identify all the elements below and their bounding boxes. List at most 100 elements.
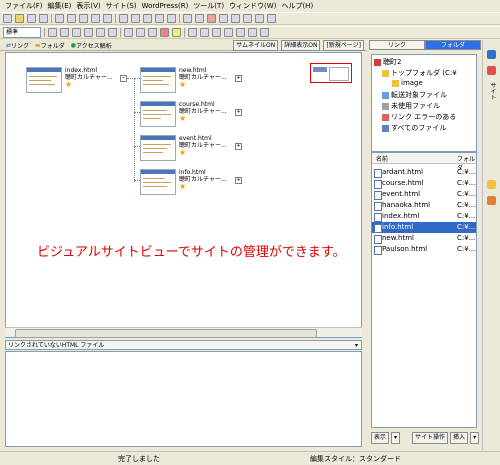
tree-item-all-files[interactable]: すべてのファイル bbox=[382, 123, 446, 133]
file-row[interactable]: Paulson.html C:¥... bbox=[372, 244, 476, 255]
expand-icon[interactable]: + bbox=[235, 109, 242, 116]
number-list-icon[interactable] bbox=[96, 28, 105, 37]
publish-icon[interactable] bbox=[207, 14, 216, 23]
upload-icon[interactable] bbox=[219, 14, 228, 23]
file-row[interactable]: index.html C:¥... bbox=[372, 211, 476, 222]
link-view-button[interactable]: ⇄ リンク bbox=[6, 41, 29, 50]
open-folder-icon[interactable] bbox=[15, 14, 24, 23]
file-row[interactable]: hanaoka.html C:¥... bbox=[372, 200, 476, 211]
table-border-icon[interactable] bbox=[260, 28, 269, 37]
bold-icon[interactable] bbox=[124, 28, 133, 37]
font-color-icon[interactable] bbox=[160, 28, 169, 37]
stop-icon[interactable] bbox=[487, 66, 496, 75]
view-dropdown-chevron-icon[interactable]: ▾ bbox=[391, 432, 401, 444]
unlinked-files-header[interactable]: リンクされていないHTML ファイル ▾ bbox=[5, 340, 362, 350]
access-analysis-button[interactable]: ● アクセス解析 bbox=[71, 41, 112, 50]
preview-icon[interactable] bbox=[167, 14, 176, 23]
child-page-node[interactable]: event.html 聴町カルチャー... ★ bbox=[140, 135, 227, 161]
scrollbar-thumb[interactable] bbox=[15, 329, 317, 338]
file-row-selected[interactable]: info.html C:¥... bbox=[372, 222, 476, 233]
tree-item-unused[interactable]: 未使用ファイル bbox=[382, 101, 440, 111]
tab-folder[interactable]: フォルダ bbox=[425, 40, 481, 50]
help-icon[interactable] bbox=[487, 50, 496, 59]
child-page-node[interactable]: info.html 聴町カルチャー... ★ bbox=[140, 169, 227, 195]
layout-icon[interactable] bbox=[183, 14, 192, 23]
sync-icon[interactable] bbox=[243, 14, 252, 23]
folder-icon[interactable] bbox=[487, 180, 496, 189]
menu-window[interactable]: ウィンドウ(W) bbox=[229, 1, 276, 11]
tree-item-transfer[interactable]: 転送対象ファイル bbox=[382, 90, 447, 100]
indent-icon[interactable] bbox=[108, 28, 117, 37]
child-page-node[interactable]: new.html 聴町カルチャー... ★ bbox=[140, 67, 227, 93]
chevron-down-icon[interactable]: ▾ bbox=[355, 341, 358, 350]
root-page-node[interactable]: index.html 聴町カルチャー... ★ bbox=[26, 67, 113, 93]
undo-icon[interactable] bbox=[91, 14, 100, 23]
view-button[interactable]: 表示 bbox=[371, 432, 390, 444]
horizontal-scrollbar[interactable] bbox=[5, 327, 362, 338]
menu-file[interactable]: ファイル(F) bbox=[5, 1, 43, 11]
copy-icon[interactable] bbox=[67, 14, 76, 23]
menu-edit[interactable]: 編集(E) bbox=[48, 1, 72, 11]
hr-icon[interactable] bbox=[212, 28, 221, 37]
table-icon[interactable] bbox=[119, 14, 128, 23]
menu-help[interactable]: ヘルプ(H) bbox=[281, 1, 313, 11]
image-icon[interactable] bbox=[131, 14, 140, 23]
align-center-icon[interactable] bbox=[60, 28, 69, 37]
child-page-node[interactable]: course.html 聴町カルチャー... ★ bbox=[140, 101, 227, 127]
file-row[interactable]: event.html C:¥... bbox=[372, 189, 476, 200]
collapse-icon[interactable]: − bbox=[120, 75, 127, 82]
menu-site[interactable]: サイト(S) bbox=[106, 1, 137, 11]
redo-icon[interactable] bbox=[103, 14, 112, 23]
site-operations-button[interactable]: サイト操作 bbox=[412, 432, 449, 444]
expand-icon[interactable]: + bbox=[235, 75, 242, 82]
file-row[interactable]: new.html C:¥... bbox=[372, 233, 476, 244]
font-size-up-icon[interactable] bbox=[188, 28, 197, 37]
italic-icon[interactable] bbox=[136, 28, 145, 37]
expand-icon[interactable]: + bbox=[235, 143, 242, 150]
expand-icon[interactable]: + bbox=[235, 177, 242, 184]
menu-wordpress[interactable]: WordPress(R) bbox=[142, 2, 189, 10]
site-view-canvas[interactable]: index.html 聴町カルチャー... ★ − new.html 聴町カルチ… bbox=[5, 52, 362, 338]
paste-icon[interactable] bbox=[79, 14, 88, 23]
tree-item-top-folder[interactable]: トップフォルダ (C:¥ bbox=[382, 68, 457, 78]
frame-icon[interactable] bbox=[195, 14, 204, 23]
bookmark-icon[interactable] bbox=[487, 196, 496, 205]
save-all-icon[interactable] bbox=[39, 14, 48, 23]
thumbnail-toggle[interactable]: サムネイルON bbox=[233, 39, 279, 51]
style-combo[interactable]: 標準 bbox=[3, 27, 41, 38]
download-icon[interactable] bbox=[231, 14, 240, 23]
bullet-list-icon[interactable] bbox=[84, 28, 93, 37]
overview-minimap[interactable] bbox=[310, 63, 352, 83]
settings-icon[interactable] bbox=[267, 14, 276, 23]
css-icon[interactable] bbox=[248, 28, 257, 37]
underline-icon[interactable] bbox=[148, 28, 157, 37]
insert-button[interactable]: 挿入 bbox=[450, 432, 469, 444]
cut-icon[interactable] bbox=[55, 14, 64, 23]
menu-tools[interactable]: ツール(T) bbox=[193, 1, 224, 11]
save-icon[interactable] bbox=[27, 14, 36, 23]
side-strip-label[interactable]: サイト bbox=[488, 82, 497, 100]
column-name[interactable]: 名前 bbox=[376, 154, 388, 163]
link-icon[interactable] bbox=[143, 14, 152, 23]
file-row[interactable]: course.html C:¥... bbox=[372, 178, 476, 189]
menu-view[interactable]: 表示(V) bbox=[76, 1, 100, 11]
font-size-down-icon[interactable] bbox=[200, 28, 209, 37]
highlight-icon[interactable] bbox=[172, 28, 181, 37]
detail-toggle[interactable]: 詳細表示ON bbox=[281, 39, 321, 51]
symbol-icon[interactable] bbox=[224, 28, 233, 37]
tree-item-image[interactable]: image bbox=[392, 79, 423, 87]
tree-item-link-error[interactable]: リンク エラーのある bbox=[382, 112, 456, 122]
tree-item-site[interactable]: 聴町2 bbox=[374, 57, 401, 67]
insert-dropdown-chevron-icon[interactable]: ▾ bbox=[470, 432, 480, 444]
unlinked-files-panel[interactable] bbox=[5, 351, 362, 447]
align-right-icon[interactable] bbox=[72, 28, 81, 37]
align-left-icon[interactable] bbox=[48, 28, 57, 37]
file-row[interactable]: ardant.html C:¥... bbox=[372, 167, 476, 178]
new-file-icon[interactable] bbox=[3, 14, 12, 23]
folder-view-button[interactable]: ▬ フォルダ bbox=[35, 41, 65, 50]
check-icon[interactable] bbox=[255, 14, 264, 23]
tab-link[interactable]: リンク bbox=[369, 40, 425, 50]
form-icon[interactable] bbox=[155, 14, 164, 23]
page-select[interactable]: [新規ページ] bbox=[323, 39, 364, 51]
comment-icon[interactable] bbox=[236, 28, 245, 37]
